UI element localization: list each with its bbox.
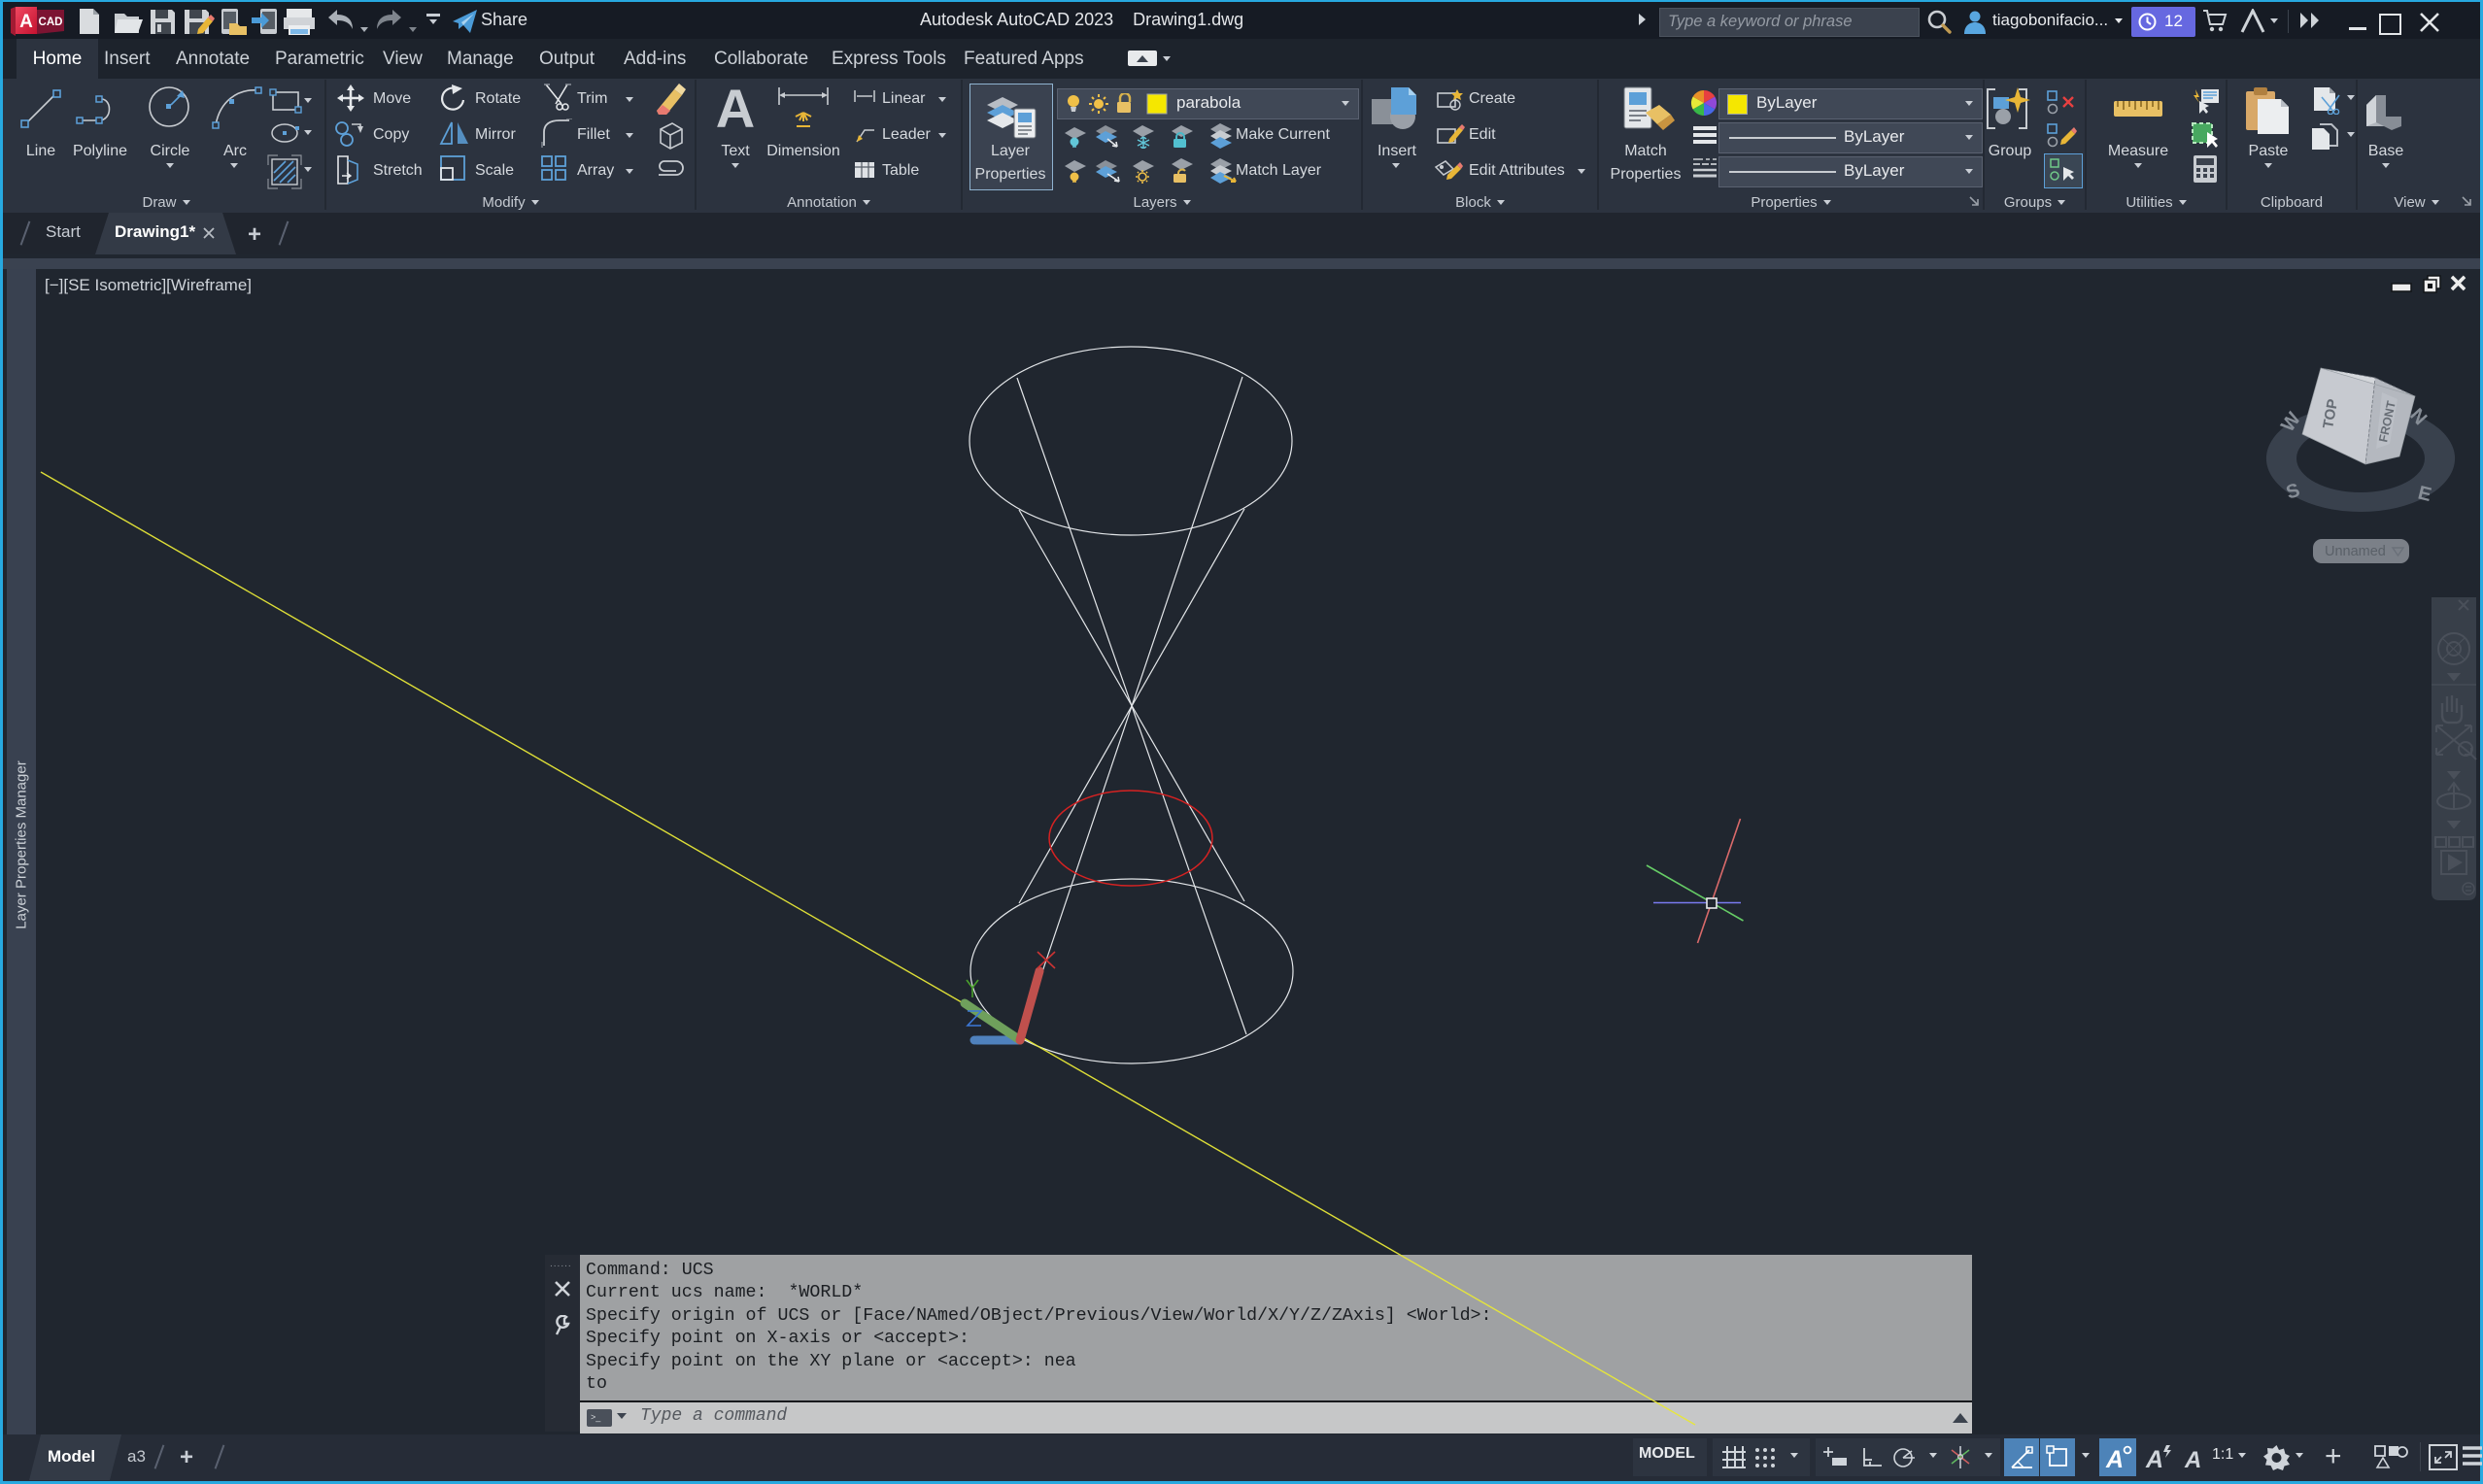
svg-text:A: A — [2184, 1447, 2201, 1471]
svg-text:A: A — [2145, 1446, 2163, 1471]
svg-text:A: A — [2105, 1446, 2124, 1471]
svg-text:Unnamed: Unnamed — [2325, 544, 2386, 559]
